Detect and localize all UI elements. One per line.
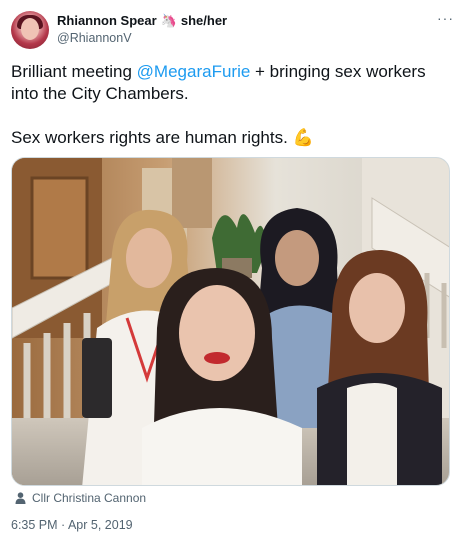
tweet-line-2: Sex workers rights are human rights. 💪: [11, 127, 451, 149]
tweet-line-1: Brilliant meeting @MegaraFurie + bringin…: [11, 61, 451, 105]
person-icon: [15, 492, 26, 504]
flexed-biceps-emoji: 💪: [292, 128, 314, 147]
avatar[interactable]: [11, 11, 49, 49]
author-handle[interactable]: @RhiannonV: [57, 31, 132, 45]
person-red-hair: [317, 249, 442, 485]
mention-link[interactable]: @MegaraFurie: [137, 62, 251, 81]
tagged-person-name[interactable]: Cllr Christina Cannon: [32, 491, 146, 505]
photo-illustration: [12, 158, 449, 485]
more-options-icon[interactable]: ···: [437, 10, 454, 26]
tweet-text-fragment: Brilliant meeting: [11, 62, 137, 81]
tweet-text-fragment: Sex workers rights are human rights.: [11, 128, 293, 147]
tweet-text: Brilliant meeting @MegaraFurie + bringin…: [11, 61, 451, 149]
tweet-photo[interactable]: [11, 157, 450, 486]
tweet-card: Rhiannon Spear 🦄 she/her @RhiannonV ··· …: [0, 0, 460, 543]
tweet-timestamp[interactable]: 6:35 PM · Apr 5, 2019: [11, 518, 133, 532]
photo-tag[interactable]: Cllr Christina Cannon: [15, 491, 146, 505]
unicorn-emoji: 🦄: [160, 13, 177, 28]
author-pronouns: she/her: [180, 13, 228, 28]
author-name[interactable]: Rhiannon Spear: [57, 13, 157, 28]
author-name-row[interactable]: Rhiannon Spear 🦄 she/her: [57, 13, 227, 28]
